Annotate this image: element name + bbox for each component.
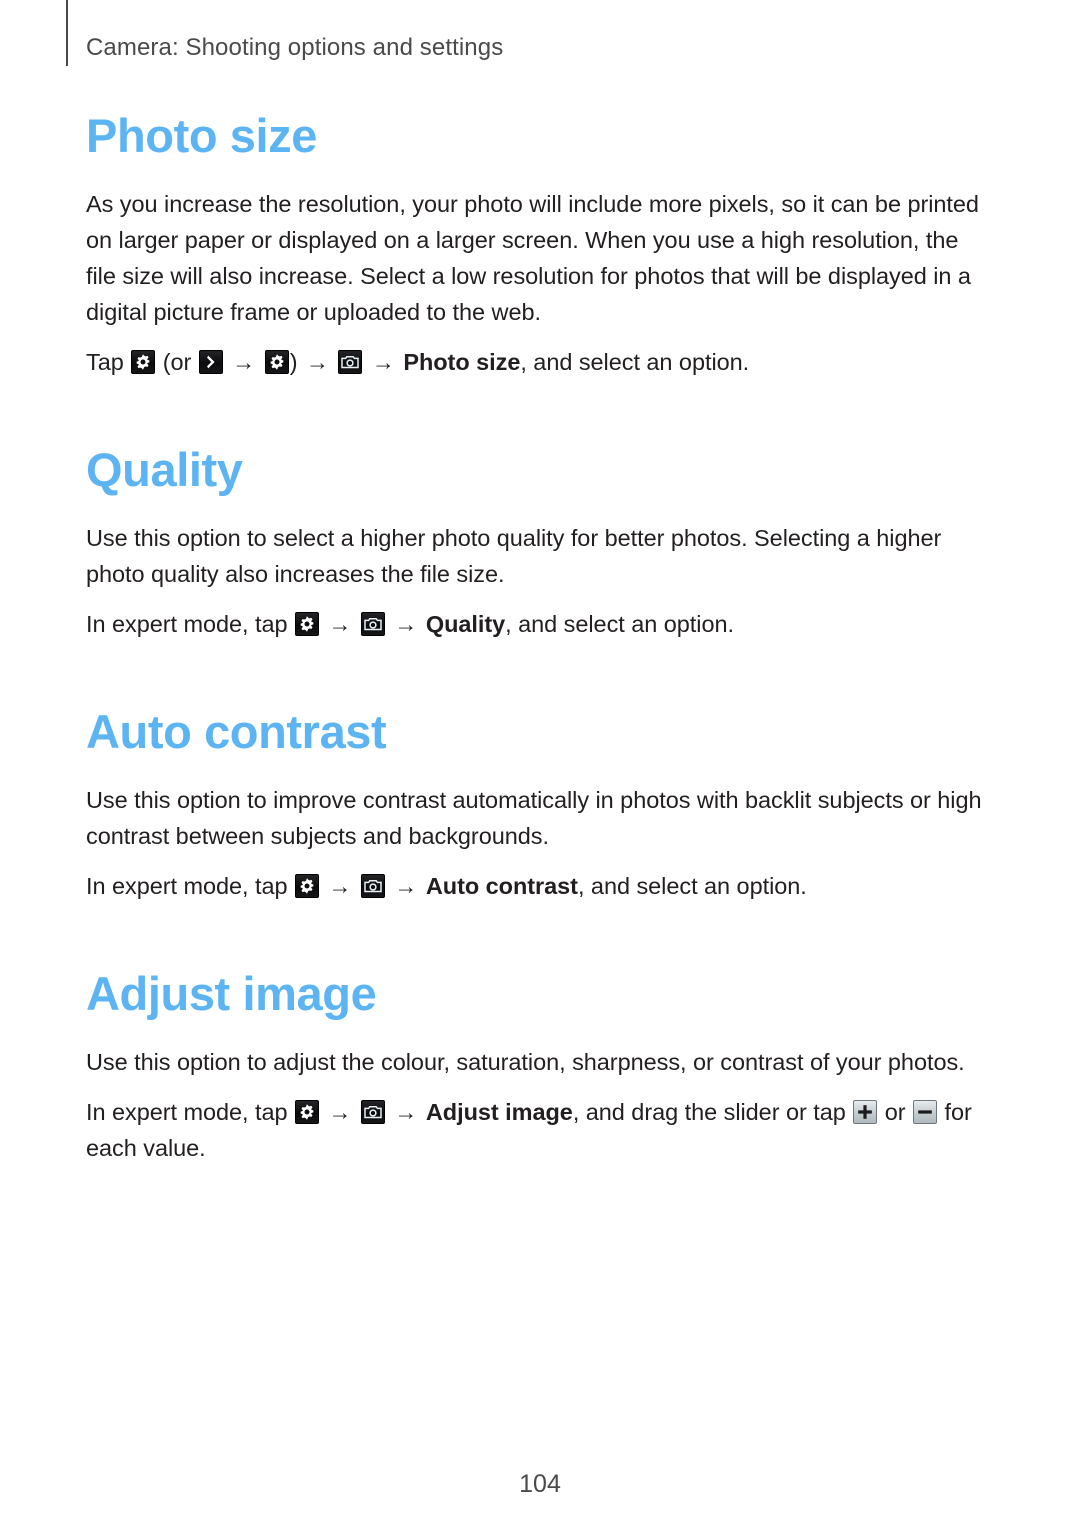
path-target-quality: Quality <box>425 611 506 637</box>
settings-gear-icon <box>264 350 289 374</box>
section-title-photo-size: Photo size <box>86 109 318 162</box>
document-page: Camera: Shooting options and settings Ph… <box>0 0 1080 1527</box>
section-title-auto-contrast: Auto contrast <box>86 705 387 758</box>
path-line-adjust-image: In expert mode, tap → → Adjust image, an… <box>86 1094 994 1166</box>
path-arrow-1: → <box>328 611 352 637</box>
path-tail-1: , and drag the slider or tap <box>572 1099 846 1125</box>
path-arrow-2: → <box>394 611 418 637</box>
path-line-photo-size: Tap (or →) → → Photo size, and select a… <box>86 344 994 380</box>
path-line-auto-contrast: In expert mode, tap → → Auto contrast, a… <box>86 868 994 904</box>
settings-gear-icon <box>131 350 156 374</box>
running-header: Camera: Shooting options and settings <box>86 34 504 61</box>
path-target-photo-size: Photo size <box>403 349 521 375</box>
minus-icon <box>913 1100 937 1124</box>
path-lead: In expert mode, tap <box>86 1099 288 1125</box>
camera-icon <box>338 350 363 374</box>
path-arrow-2: → <box>394 873 418 899</box>
path-line-quality: In expert mode, tap → → Quality, and sel… <box>86 606 994 642</box>
section-body-auto-contrast: Use this option to improve contrast auto… <box>86 787 982 849</box>
path-target-adjust-image: Adjust image <box>425 1099 573 1125</box>
path-paren-close: ) <box>289 349 298 375</box>
path-arrow-2: → <box>394 1099 418 1125</box>
chevron-right-icon <box>198 350 223 374</box>
page-content: Photo size As you increase the resolutio… <box>86 108 994 1166</box>
camera-icon <box>360 874 385 898</box>
settings-gear-icon <box>295 1100 320 1124</box>
section-body-adjust-image: Use this option to adjust the colour, sa… <box>86 1049 965 1075</box>
path-tail: , and select an option. <box>520 349 750 375</box>
settings-gear-icon <box>295 612 320 636</box>
path-paren-open: (or <box>162 349 192 375</box>
path-lead: In expert mode, tap <box>86 611 288 637</box>
path-arrow-3: → <box>371 349 395 375</box>
page-number: 104 <box>519 1470 561 1498</box>
plus-icon <box>853 1100 878 1124</box>
binding-rule <box>66 0 68 66</box>
path-lead: Tap <box>86 349 124 375</box>
settings-gear-icon <box>295 874 320 898</box>
section-adjust-image: Adjust image Use this option to adjust t… <box>86 966 994 1166</box>
section-quality: Quality Use this option to select a high… <box>86 442 994 642</box>
camera-icon <box>360 1100 385 1124</box>
path-lead: In expert mode, tap <box>86 873 288 899</box>
path-tail: , and select an option. <box>577 873 807 899</box>
path-arrow-2: → <box>305 349 329 375</box>
section-title-quality: Quality <box>86 443 243 496</box>
section-auto-contrast: Auto contrast Use this option to improve… <box>86 704 994 904</box>
section-body-quality: Use this option to select a higher photo… <box>86 525 942 587</box>
section-title-adjust-image: Adjust image <box>86 967 377 1020</box>
path-tail: , and select an option. <box>505 611 734 637</box>
path-arrow-1: → <box>328 1099 352 1125</box>
camera-icon <box>360 612 385 636</box>
path-target-auto-contrast: Auto contrast <box>425 873 578 899</box>
path-or: or <box>884 1099 906 1125</box>
path-arrow-1: → <box>328 873 352 899</box>
section-photo-size: Photo size As you increase the resolutio… <box>86 108 994 380</box>
path-arrow-1: → <box>232 349 256 375</box>
section-body-photo-size: As you increase the resolution, your pho… <box>86 191 979 325</box>
